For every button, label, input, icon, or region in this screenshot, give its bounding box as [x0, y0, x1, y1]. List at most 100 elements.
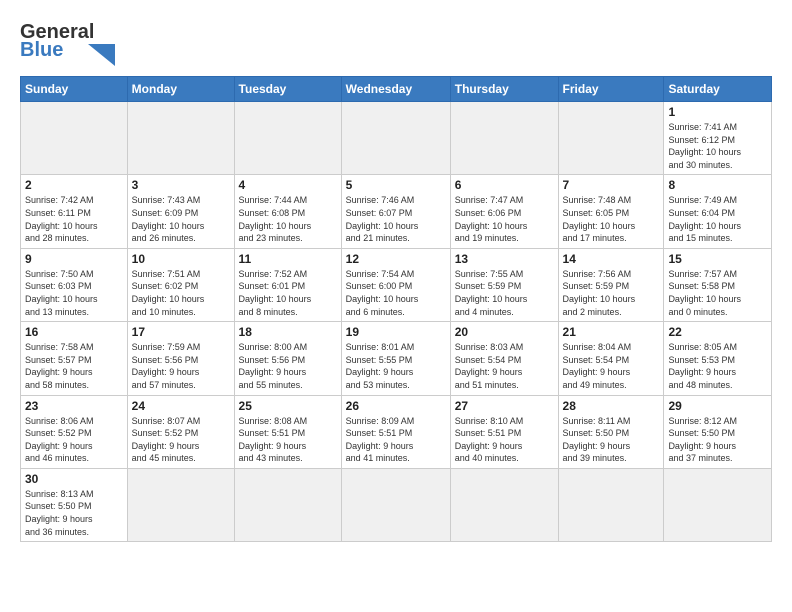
logo: General Blue — [20, 16, 115, 66]
calendar-cell — [341, 468, 450, 541]
day-number: 13 — [455, 252, 554, 266]
calendar-cell: 24 Sunrise: 8:07 AM Sunset: 5:52 PM Dayli… — [127, 395, 234, 468]
day-info: Sunrise: 7:51 AM Sunset: 6:02 PM Dayligh… — [132, 268, 230, 318]
day-number: 21 — [563, 325, 660, 339]
calendar-cell: 25 Sunrise: 8:08 AM Sunset: 5:51 PM Dayli… — [234, 395, 341, 468]
day-number: 24 — [132, 399, 230, 413]
day-number: 27 — [455, 399, 554, 413]
header: General Blue — [20, 16, 772, 66]
calendar-cell: 10Sunrise: 7:51 AM Sunset: 6:02 PM Dayli… — [127, 248, 234, 321]
day-info: Sunrise: 7:57 AM Sunset: 5:58 PM Dayligh… — [668, 268, 767, 318]
day-info: Sunrise: 7:48 AM Sunset: 6:05 PM Dayligh… — [563, 194, 660, 244]
calendar-cell — [234, 102, 341, 175]
calendar-cell — [127, 102, 234, 175]
calendar-cell: 8Sunrise: 7:49 AM Sunset: 6:04 PM Daylig… — [664, 175, 772, 248]
day-info: Sunrise: 8:12 AM Sunset: 5:50 PM Dayligh… — [668, 415, 767, 465]
weekday-header-monday: Monday — [127, 77, 234, 102]
day-number: 26 — [346, 399, 446, 413]
weekday-header-sunday: Sunday — [21, 77, 128, 102]
day-info: Sunrise: 8:01 AM Sunset: 5:55 PM Dayligh… — [346, 341, 446, 391]
weekday-header-tuesday: Tuesday — [234, 77, 341, 102]
weekday-header-thursday: Thursday — [450, 77, 558, 102]
day-number: 3 — [132, 178, 230, 192]
day-number: 20 — [455, 325, 554, 339]
day-number: 16 — [25, 325, 123, 339]
calendar-cell: 17 Sunrise: 7:59 AM Sunset: 5:56 PM Dayli… — [127, 322, 234, 395]
day-info: Sunrise: 7:46 AM Sunset: 6:07 PM Dayligh… — [346, 194, 446, 244]
calendar-cell: 14 Sunrise: 7:56 AM Sunset: 5:59 PM Dayli… — [558, 248, 664, 321]
day-info: Sunrise: 8:05 AM Sunset: 5:53 PM Dayligh… — [668, 341, 767, 391]
calendar-cell: 7Sunrise: 7:48 AM Sunset: 6:05 PM Daylig… — [558, 175, 664, 248]
day-info: Sunrise: 7:56 AM Sunset: 5:59 PM Dayligh… — [563, 268, 660, 318]
calendar-cell: 29 Sunrise: 8:12 AM Sunset: 5:50 PM Dayli… — [664, 395, 772, 468]
week-row-4: 23 Sunrise: 8:06 AM Sunset: 5:52 PM Dayli… — [21, 395, 772, 468]
day-info: Sunrise: 7:43 AM Sunset: 6:09 PM Dayligh… — [132, 194, 230, 244]
day-info: Sunrise: 7:49 AM Sunset: 6:04 PM Dayligh… — [668, 194, 767, 244]
calendar-cell: 30 Sunrise: 8:13 AM Sunset: 5:50 PM Dayli… — [21, 468, 128, 541]
weekday-header-friday: Friday — [558, 77, 664, 102]
day-info: Sunrise: 8:13 AM Sunset: 5:50 PM Dayligh… — [25, 488, 123, 538]
calendar-cell: 26 Sunrise: 8:09 AM Sunset: 5:51 PM Dayli… — [341, 395, 450, 468]
calendar-cell — [21, 102, 128, 175]
day-number: 30 — [25, 472, 123, 486]
logo-svg: General Blue — [20, 16, 115, 66]
day-info: Sunrise: 8:09 AM Sunset: 5:51 PM Dayligh… — [346, 415, 446, 465]
day-info: Sunrise: 7:58 AM Sunset: 5:57 PM Dayligh… — [25, 341, 123, 391]
page: General Blue SundayMondayTuesdayWednesda… — [0, 0, 792, 552]
day-number: 12 — [346, 252, 446, 266]
calendar-cell: 23 Sunrise: 8:06 AM Sunset: 5:52 PM Dayli… — [21, 395, 128, 468]
day-info: Sunrise: 7:47 AM Sunset: 6:06 PM Dayligh… — [455, 194, 554, 244]
calendar-cell: 20 Sunrise: 8:03 AM Sunset: 5:54 PM Dayli… — [450, 322, 558, 395]
day-info: Sunrise: 8:07 AM Sunset: 5:52 PM Dayligh… — [132, 415, 230, 465]
day-info: Sunrise: 7:59 AM Sunset: 5:56 PM Dayligh… — [132, 341, 230, 391]
day-number: 2 — [25, 178, 123, 192]
weekday-header-row: SundayMondayTuesdayWednesdayThursdayFrid… — [21, 77, 772, 102]
day-number: 18 — [239, 325, 337, 339]
day-info: Sunrise: 7:42 AM Sunset: 6:11 PM Dayligh… — [25, 194, 123, 244]
calendar-cell: 6Sunrise: 7:47 AM Sunset: 6:06 PM Daylig… — [450, 175, 558, 248]
calendar-cell: 9 Sunrise: 7:50 AM Sunset: 6:03 PM Daylig… — [21, 248, 128, 321]
calendar-cell — [558, 102, 664, 175]
day-number: 17 — [132, 325, 230, 339]
calendar-cell — [664, 468, 772, 541]
day-number: 23 — [25, 399, 123, 413]
calendar-cell: 1Sunrise: 7:41 AM Sunset: 6:12 PM Daylig… — [664, 102, 772, 175]
day-info: Sunrise: 7:54 AM Sunset: 6:00 PM Dayligh… — [346, 268, 446, 318]
day-info: Sunrise: 8:11 AM Sunset: 5:50 PM Dayligh… — [563, 415, 660, 465]
day-number: 19 — [346, 325, 446, 339]
calendar-table: SundayMondayTuesdayWednesdayThursdayFrid… — [20, 76, 772, 542]
calendar-cell: 3 Sunrise: 7:43 AM Sunset: 6:09 PM Daylig… — [127, 175, 234, 248]
calendar-cell: 28 Sunrise: 8:11 AM Sunset: 5:50 PM Dayli… — [558, 395, 664, 468]
week-row-5: 30 Sunrise: 8:13 AM Sunset: 5:50 PM Dayli… — [21, 468, 772, 541]
day-info: Sunrise: 7:52 AM Sunset: 6:01 PM Dayligh… — [239, 268, 337, 318]
calendar-cell: 27 Sunrise: 8:10 AM Sunset: 5:51 PM Dayli… — [450, 395, 558, 468]
calendar-cell: 16 Sunrise: 7:58 AM Sunset: 5:57 PM Dayli… — [21, 322, 128, 395]
calendar-cell: 15Sunrise: 7:57 AM Sunset: 5:58 PM Dayli… — [664, 248, 772, 321]
day-number: 14 — [563, 252, 660, 266]
day-info: Sunrise: 8:08 AM Sunset: 5:51 PM Dayligh… — [239, 415, 337, 465]
calendar-cell — [558, 468, 664, 541]
day-number: 4 — [239, 178, 337, 192]
calendar-cell — [234, 468, 341, 541]
calendar-cell: 12 Sunrise: 7:54 AM Sunset: 6:00 PM Dayli… — [341, 248, 450, 321]
day-number: 11 — [239, 252, 337, 266]
day-info: Sunrise: 8:04 AM Sunset: 5:54 PM Dayligh… — [563, 341, 660, 391]
calendar-cell — [450, 102, 558, 175]
day-number: 5 — [346, 178, 446, 192]
week-row-0: 1Sunrise: 7:41 AM Sunset: 6:12 PM Daylig… — [21, 102, 772, 175]
calendar-cell — [341, 102, 450, 175]
calendar-cell: 5 Sunrise: 7:46 AM Sunset: 6:07 PM Daylig… — [341, 175, 450, 248]
day-number: 9 — [25, 252, 123, 266]
day-info: Sunrise: 7:44 AM Sunset: 6:08 PM Dayligh… — [239, 194, 337, 244]
calendar-cell: 21 Sunrise: 8:04 AM Sunset: 5:54 PM Dayli… — [558, 322, 664, 395]
day-info: Sunrise: 7:50 AM Sunset: 6:03 PM Dayligh… — [25, 268, 123, 318]
calendar-cell: 22Sunrise: 8:05 AM Sunset: 5:53 PM Dayli… — [664, 322, 772, 395]
day-info: Sunrise: 8:03 AM Sunset: 5:54 PM Dayligh… — [455, 341, 554, 391]
day-number: 29 — [668, 399, 767, 413]
day-number: 1 — [668, 105, 767, 119]
day-number: 25 — [239, 399, 337, 413]
calendar-cell — [127, 468, 234, 541]
day-number: 28 — [563, 399, 660, 413]
day-info: Sunrise: 8:10 AM Sunset: 5:51 PM Dayligh… — [455, 415, 554, 465]
day-info: Sunrise: 8:06 AM Sunset: 5:52 PM Dayligh… — [25, 415, 123, 465]
